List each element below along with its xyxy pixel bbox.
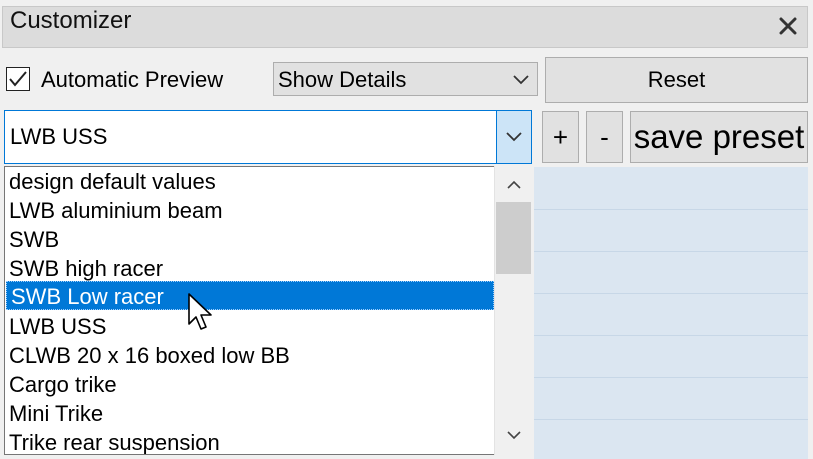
preset-option[interactable]: design default values bbox=[5, 167, 495, 196]
panel-title: Customizer bbox=[10, 7, 132, 34]
preset-dropdown-toggle[interactable] bbox=[496, 111, 531, 163]
chevron-down-icon[interactable] bbox=[505, 428, 523, 440]
chevron-down-icon bbox=[506, 132, 522, 142]
panel-divider bbox=[534, 251, 808, 252]
scrollbar-thumb[interactable] bbox=[496, 202, 531, 274]
save-preset-button[interactable]: save preset bbox=[630, 111, 808, 163]
panel-divider bbox=[534, 209, 808, 210]
preset-option[interactable]: LWB aluminium beam bbox=[5, 196, 495, 225]
preset-option[interactable]: LWB USS bbox=[5, 312, 495, 341]
panel-divider bbox=[534, 419, 808, 420]
preset-option[interactable]: Cargo trike bbox=[5, 370, 495, 399]
panel-divider bbox=[534, 293, 808, 294]
preset-dropdown-list[interactable]: design default values LWB aluminium beam… bbox=[4, 166, 533, 455]
chevron-down-icon bbox=[511, 73, 531, 85]
show-details-value: Show Details bbox=[278, 67, 407, 92]
panel-divider bbox=[534, 377, 808, 378]
check-icon bbox=[9, 71, 27, 87]
preset-option[interactable]: SWB high racer bbox=[5, 254, 495, 283]
add-preset-button[interactable]: + bbox=[542, 111, 579, 163]
chevron-up-icon[interactable] bbox=[505, 178, 523, 190]
preset-option-highlighted[interactable]: SWB Low racer bbox=[6, 281, 494, 310]
reset-button[interactable]: Reset bbox=[545, 57, 808, 103]
preset-option[interactable]: Trike rear suspension bbox=[5, 428, 495, 454]
mouse-cursor-icon bbox=[186, 292, 216, 334]
panel-divider bbox=[534, 335, 808, 336]
preset-option[interactable]: Mini Trike bbox=[5, 399, 495, 428]
automatic-preview-label: Automatic Preview bbox=[41, 67, 224, 92]
automatic-preview-checkbox[interactable] bbox=[6, 67, 30, 91]
preset-selected-value: LWB USS bbox=[10, 124, 108, 149]
preset-option[interactable]: CLWB 20 x 16 boxed low BB bbox=[5, 341, 495, 370]
close-icon[interactable] bbox=[776, 14, 800, 38]
preset-option[interactable]: SWB bbox=[5, 225, 495, 254]
parameter-panel bbox=[534, 167, 808, 459]
remove-preset-button[interactable]: - bbox=[586, 111, 623, 163]
